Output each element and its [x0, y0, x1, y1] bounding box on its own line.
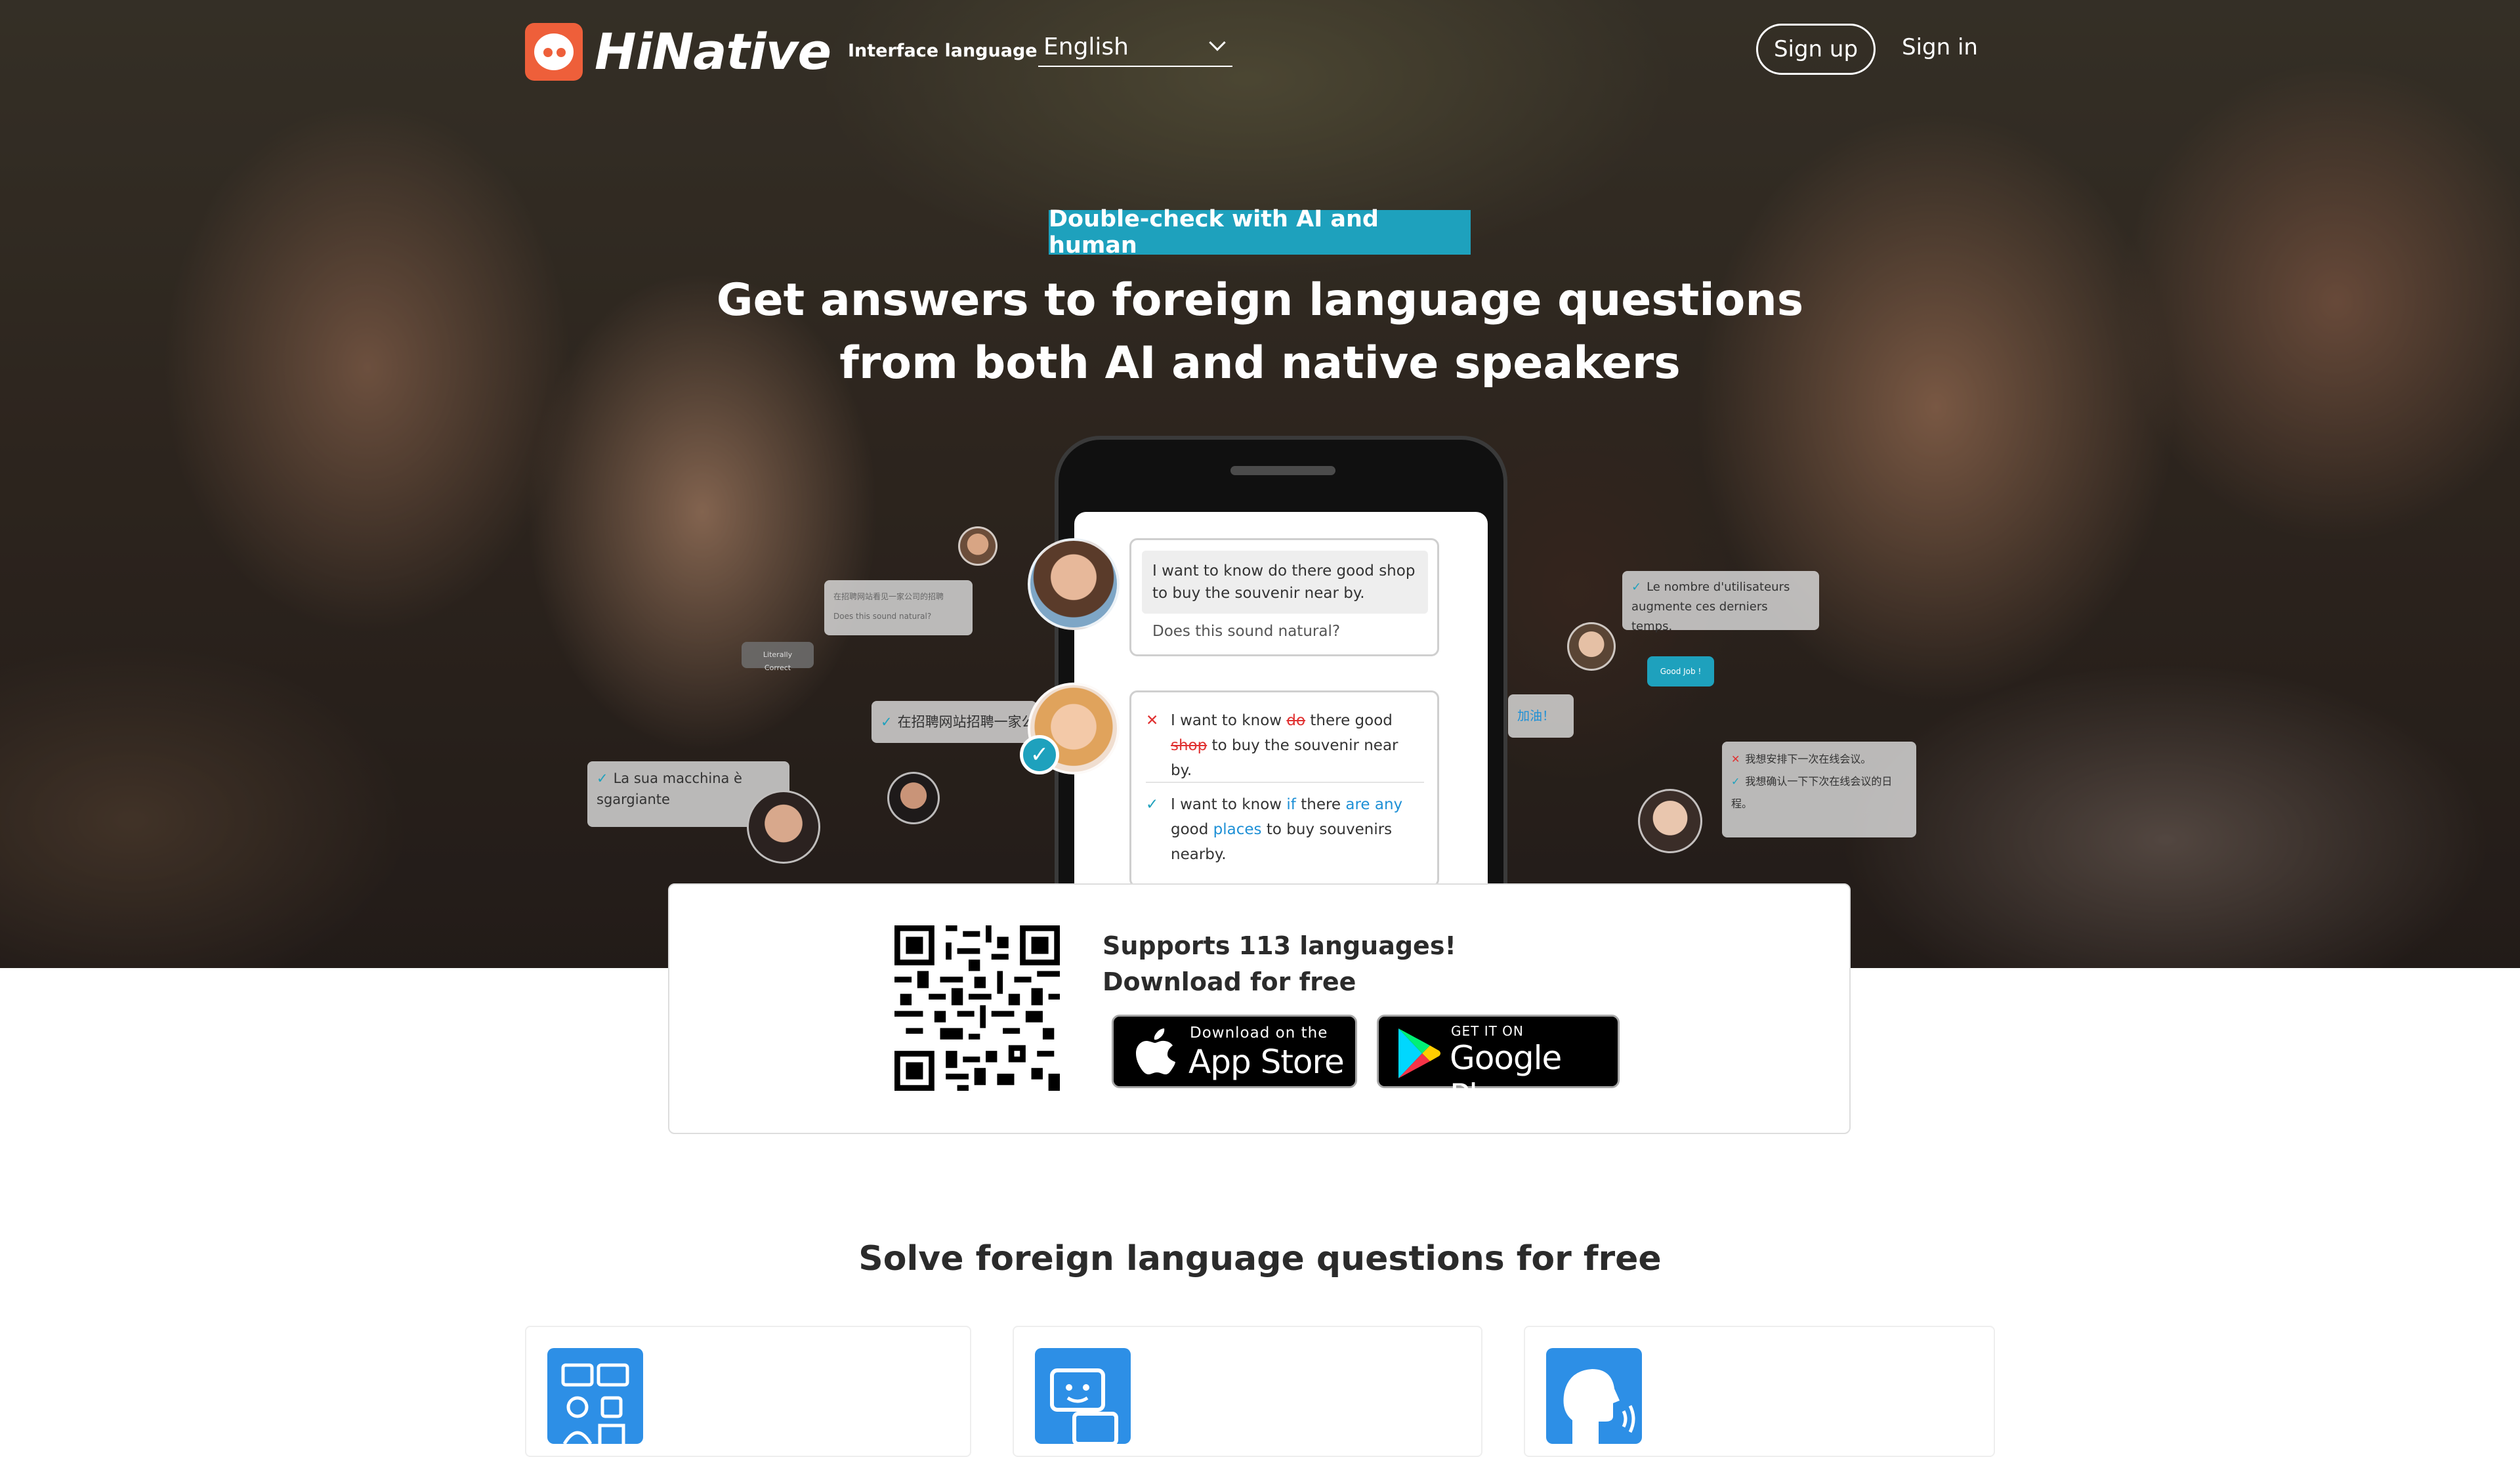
download-card: Supports 113 languages! Download for fre…	[668, 883, 1851, 1134]
phone-speaker	[1230, 466, 1335, 475]
download-title-line-1: Supports 113 languages!	[1102, 931, 1456, 960]
app-store-button[interactable]: Download on the App Store	[1112, 1015, 1357, 1088]
interface-language-select[interactable]: English	[1038, 28, 1232, 67]
ai-and-native-icon	[547, 1348, 643, 1445]
apple-icon	[1136, 1028, 1175, 1074]
bubble-good-job: Good Job !	[1647, 656, 1714, 686]
wrong-sentence: ✕ I want to know do there good shop to bu…	[1146, 708, 1421, 783]
app-store-small-text: Download on the	[1190, 1024, 1328, 1042]
top-header: HiNative Interface language English Sign…	[525, 20, 1995, 85]
bubble-text: Does this sound natural?	[833, 612, 932, 621]
download-title-line-2: Download for free	[1102, 967, 1356, 996]
avatar	[887, 772, 940, 824]
sign-up-button[interactable]: Sign up	[1756, 24, 1876, 75]
google-play-icon	[1398, 1028, 1440, 1078]
feature-card-chat	[1013, 1326, 1482, 1457]
sign-in-link[interactable]: Sign in	[1902, 34, 1978, 60]
interface-language-value: English	[1043, 33, 1129, 60]
section-title: Solve foreign language questions for fre…	[858, 1239, 1662, 1278]
feature-card-ai-and-native	[525, 1326, 971, 1457]
bubble-jiayou: 加油！	[1508, 694, 1574, 738]
check-icon: ✓	[881, 714, 892, 730]
headline-line-2: from both AI and native speakers	[839, 337, 1681, 389]
app-store-big-text: App Store	[1188, 1043, 1345, 1081]
check-icon: ✓	[1146, 796, 1159, 813]
answer-card: ✕ I want to know do there good shop to bu…	[1129, 690, 1439, 887]
google-play-big-text: Google Play	[1450, 1039, 1562, 1115]
bubble-text: 在招聘网站招聘一家公司	[897, 714, 1037, 730]
avatar	[1638, 789, 1702, 853]
bubble-literally-correct: Literally Correct	[742, 642, 814, 672]
hinative-logo-icon	[525, 22, 583, 81]
check-icon: ✓	[1731, 775, 1740, 788]
avatar	[747, 790, 820, 864]
avatar-man	[1028, 538, 1120, 630]
feature-card-pronunciation	[1524, 1326, 1995, 1457]
download-title: Supports 113 languages! Download for fre…	[1102, 928, 1456, 1000]
corrected-sentence: ✓ I want to know if there are any good pl…	[1146, 792, 1421, 867]
verified-check-icon: ✓	[1020, 735, 1059, 774]
cross-icon: ✕	[1146, 712, 1159, 729]
chat-bubble-icon	[1035, 1348, 1131, 1446]
avatar	[1567, 622, 1616, 671]
chevron-down-icon	[1209, 34, 1226, 51]
bubble-text: Le nombre d'utilisateurs augmente ces de…	[1631, 580, 1790, 633]
question-text: I want to know do there good shop to buy…	[1142, 551, 1428, 614]
hero-tagline: Double-check with AI and human	[1049, 206, 1471, 259]
bubble-text: 在招聘网站看见一家公司的招聘	[833, 592, 944, 601]
check-icon: ✓	[1631, 580, 1642, 594]
bubble-french: ✓ Le nombre d'utilisateurs augmente ces d…	[1622, 571, 1819, 633]
interface-language-label: Interface language	[848, 41, 1038, 61]
hero-headline: Get answers to foreign language question…	[0, 269, 2520, 395]
bubble-text: 我想确认一下下次在线会议的日程。	[1731, 775, 1893, 810]
bubble-text: La sua macchina è sgargiante	[597, 771, 742, 807]
speaking-head-icon	[1546, 1348, 1642, 1444]
bubble-chinese-question: 在招聘网站看见一家公司的招聘 Does this sound natural?	[824, 580, 973, 635]
avatar	[958, 526, 998, 566]
cross-icon: ✕	[1731, 753, 1740, 765]
divider	[1146, 782, 1424, 783]
google-play-button[interactable]: GET IT ON Google Play	[1377, 1015, 1620, 1115]
qr-code	[894, 925, 1060, 1091]
logo-text: HiNative	[595, 22, 831, 81]
bubble-text: 我想安排下一次在线会议。	[1745, 753, 1872, 765]
hero-section: HiNative Interface language English Sign…	[0, 0, 2520, 968]
hinative-logo[interactable]: HiNative	[525, 22, 831, 81]
question-card: I want to know do there good shop to buy…	[1129, 538, 1439, 656]
google-play-small-text: GET IT ON	[1451, 1023, 1524, 1039]
bubble-chinese-correction: ✕ 我想安排下一次在线会议。 ✓ 我想确认一下下次在线会议的日程。	[1722, 742, 1916, 837]
headline-line-1: Get answers to foreign language question…	[716, 274, 1804, 326]
question-subtext: Does this sound natural?	[1152, 623, 1341, 640]
bubble-chinese-answer: ✓ 在招聘网站招聘一家公司	[872, 701, 1037, 743]
check-icon: ✓	[597, 771, 608, 786]
